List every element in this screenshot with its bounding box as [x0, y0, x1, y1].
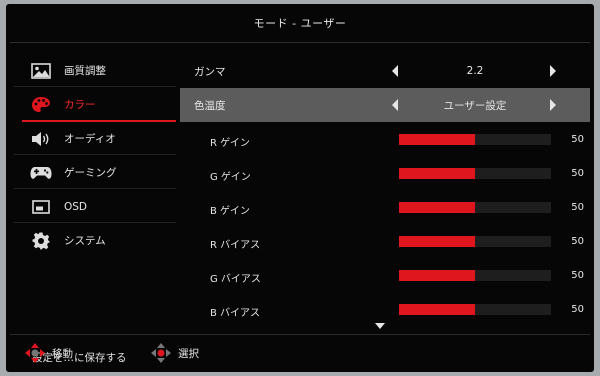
footer-hints: 移動 選択: [6, 338, 594, 368]
gamepad-icon: [30, 162, 52, 184]
arrow-right-icon[interactable]: [548, 98, 558, 112]
slider-label: B バイアス: [210, 308, 261, 319]
select-hint: 選択: [150, 342, 199, 364]
sidebar-item-system[interactable]: システム: [14, 224, 176, 257]
gamma-value: 2.2: [466, 65, 484, 77]
dpad-select-icon: [151, 343, 171, 363]
osd-menu: モード - ユーザー 画質調整 カラー オーディオ ゲーミング OSD システム…: [6, 4, 594, 372]
scroll-down-icon[interactable]: [374, 322, 386, 330]
sidebar-item-label: 画質調整: [64, 65, 106, 77]
color-temp-label: 色温度: [194, 99, 226, 112]
color-temp-row[interactable]: 色温度 ユーザー設定: [180, 88, 590, 122]
slider-track[interactable]: [399, 168, 551, 179]
slider-label: G ゲイン: [210, 172, 251, 183]
sidebar-item-picture[interactable]: 画質調整: [14, 54, 176, 87]
divider: [10, 42, 590, 43]
sidebar-item-osd[interactable]: OSD: [14, 190, 176, 223]
slider-row[interactable]: R バイアス 50: [180, 224, 590, 258]
slider-value: 50: [571, 304, 584, 315]
settings-panel: ガンマ 2.2 色温度 ユーザー設定 R ゲイン 50 G ゲイン 50 B ゲイン 50…: [180, 54, 590, 329]
slider-value: 50: [571, 270, 584, 281]
slider-value: 50: [571, 168, 584, 179]
slider-fill: [399, 304, 475, 315]
osd-window-icon: [30, 196, 52, 218]
divider: [14, 222, 176, 223]
palette-icon: [30, 94, 52, 116]
slider-label: B ゲイン: [210, 206, 250, 217]
sidebar-item-label: OSD: [64, 200, 88, 213]
slider-value: 50: [571, 202, 584, 213]
slider-row[interactable]: G ゲイン 50: [180, 156, 590, 190]
slider-track[interactable]: [399, 202, 551, 213]
sidebar-item-color[interactable]: カラー: [14, 88, 176, 122]
slider-track[interactable]: [399, 304, 551, 315]
arrow-left-icon[interactable]: [390, 98, 400, 112]
slider-row[interactable]: B ゲイン 50: [180, 190, 590, 224]
move-hint: 移動: [24, 342, 73, 364]
speaker-icon: [30, 128, 52, 150]
divider: [14, 86, 176, 87]
picture-icon: [30, 60, 52, 82]
slider-label: R ゲイン: [210, 138, 250, 149]
slider-row[interactable]: G バイアス 50: [180, 258, 590, 292]
slider-value: 50: [571, 236, 584, 247]
slider-fill: [399, 134, 475, 145]
gamma-label: ガンマ: [194, 65, 226, 78]
slider-fill: [399, 168, 475, 179]
slider-value: 50: [571, 134, 584, 145]
sidebar-item-label: オーディオ: [64, 133, 116, 145]
move-label: 移動: [52, 347, 73, 360]
menu-title: モード - ユーザー: [253, 17, 347, 30]
gear-icon: [30, 230, 52, 252]
slider-fill: [399, 270, 475, 281]
sidebar-item-label: ゲーミング: [64, 167, 117, 179]
slider-label: R バイアス: [210, 240, 261, 251]
sidebar-item-label: カラー: [64, 99, 96, 111]
divider: [14, 188, 176, 189]
divider: [14, 154, 176, 155]
slider-fill: [399, 236, 475, 247]
sidebar: 画質調整 カラー オーディオ ゲーミング OSD システム 設定を…に保存する: [14, 54, 176, 364]
arrow-left-icon[interactable]: [390, 64, 400, 78]
slider-row[interactable]: R ゲイン 50: [180, 122, 590, 156]
sidebar-item-label: システム: [64, 235, 106, 247]
dpad-move-icon: [25, 343, 45, 363]
slider-row[interactable]: B バイアス 50: [180, 292, 590, 326]
slider-track[interactable]: [399, 236, 551, 247]
sidebar-item-gaming[interactable]: ゲーミング: [14, 156, 176, 189]
slider-track[interactable]: [399, 270, 551, 281]
arrow-right-icon[interactable]: [548, 64, 558, 78]
sidebar-item-audio[interactable]: オーディオ: [14, 122, 176, 155]
color-temp-value: ユーザー設定: [443, 99, 507, 112]
slider-track[interactable]: [399, 134, 551, 145]
slider-fill: [399, 202, 475, 213]
gamma-row[interactable]: ガンマ 2.2: [180, 54, 590, 88]
slider-label: G バイアス: [210, 274, 261, 285]
select-label: 選択: [178, 347, 199, 360]
divider: [10, 334, 590, 335]
